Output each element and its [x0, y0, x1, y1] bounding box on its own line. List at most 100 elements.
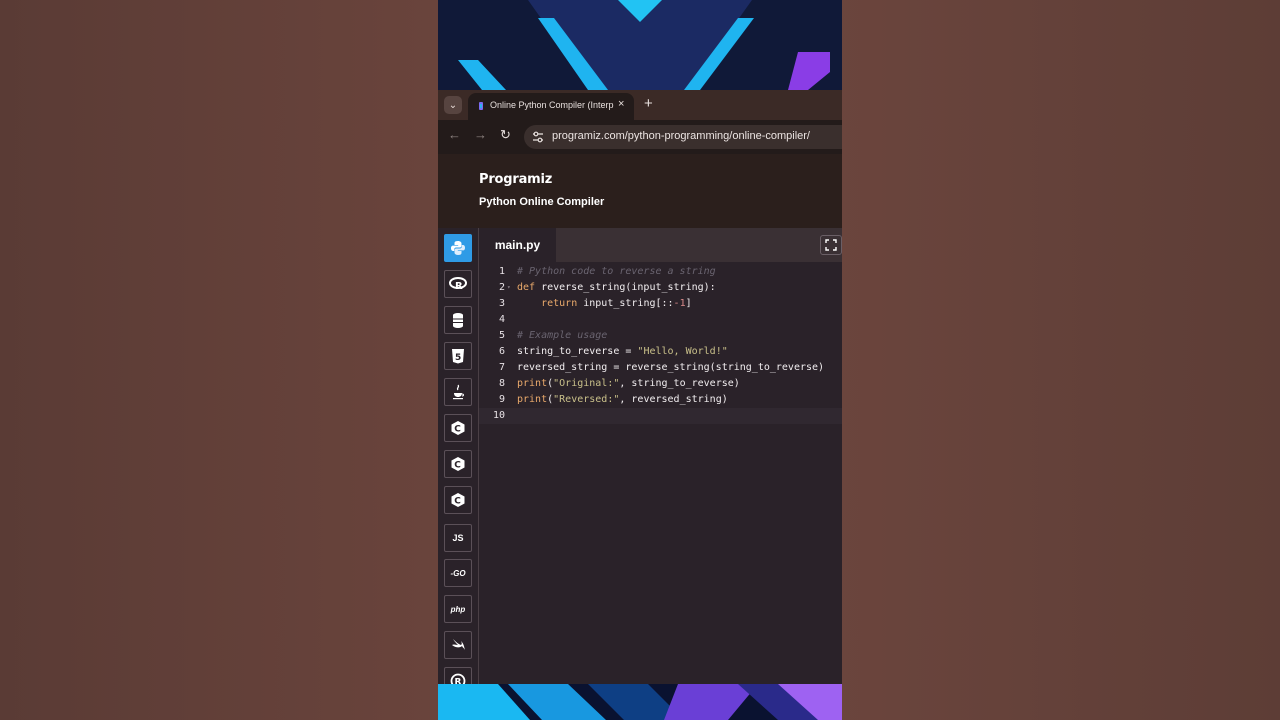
code-line[interactable]: 4: [479, 312, 842, 328]
code-token: # Python code to reverse a string: [517, 266, 716, 277]
python-language-button[interactable]: [444, 234, 472, 262]
code-token: "Reversed:": [553, 394, 620, 405]
javascript-label: JS: [452, 533, 464, 543]
url-text: programiz.com/python-programming/online-…: [552, 130, 810, 142]
reload-icon[interactable]: ↻: [500, 127, 511, 143]
code-text: print("Reversed:", reversed_string): [517, 392, 728, 408]
programiz-logo[interactable]: Programiz: [479, 172, 552, 187]
code-line[interactable]: 6 string_to_reverse = "Hello, World!": [479, 344, 842, 360]
code-token: # Example usage: [517, 330, 608, 341]
code-text: # Python code to reverse a string: [517, 264, 716, 280]
code-editor[interactable]: 1 # Python code to reverse a string 2 ▾ def …: [479, 262, 842, 684]
code-line[interactable]: 3 return input_string[::-1]: [479, 296, 842, 312]
rust-icon: R: [450, 673, 466, 684]
decorative-banner-top: [438, 0, 842, 90]
code-token: reverse_string(input_string):: [535, 282, 716, 293]
code-line[interactable]: 10: [479, 408, 842, 424]
tab-main-py[interactable]: main.py: [479, 228, 556, 262]
javascript-language-button[interactable]: JS: [444, 524, 472, 552]
csharp-icon: C: [451, 493, 465, 507]
browser-tab[interactable]: Online Python Compiler (Interpreter) ×: [468, 93, 634, 120]
code-line[interactable]: 7 reversed_string = reverse_string(string…: [479, 360, 842, 376]
java-icon: [453, 384, 464, 400]
html-language-button[interactable]: 5: [444, 342, 472, 370]
browser-tab-strip: ⌄ Online Python Compiler (Interpreter) ×…: [438, 90, 842, 120]
svg-text:C: C: [454, 425, 461, 435]
new-tab-button[interactable]: +: [644, 95, 653, 113]
line-number: 5: [498, 330, 505, 341]
code-token: "Original:": [553, 378, 620, 389]
database-icon: [453, 313, 463, 328]
line-number: 4: [498, 314, 505, 325]
go-language-button[interactable]: -GO: [444, 559, 472, 587]
back-arrow-icon[interactable]: ←: [448, 127, 461, 142]
line-number: 3: [498, 298, 505, 309]
code-token: "Hello, World!": [637, 346, 728, 357]
line-number: 7: [498, 362, 505, 373]
svg-text:C: C: [454, 461, 461, 471]
code-token: print: [517, 378, 548, 389]
tab-close-icon[interactable]: ×: [618, 98, 624, 110]
csharp-language-button[interactable]: C: [444, 486, 472, 514]
code-token: def: [517, 282, 536, 293]
video-frame: ⌄ Online Python Compiler (Interpreter) ×…: [438, 0, 842, 720]
line-number: 8: [498, 378, 505, 389]
php-language-button[interactable]: php: [444, 595, 472, 623]
r-language-button[interactable]: R: [444, 270, 472, 298]
html5-icon: 5: [452, 349, 464, 364]
line-number: 1: [498, 266, 505, 277]
address-bar[interactable]: programiz.com/python-programming/online-…: [524, 125, 842, 149]
line-number: 2: [498, 282, 505, 293]
cpp-language-button[interactable]: C: [444, 450, 472, 478]
code-text: print("Original:", string_to_reverse): [517, 376, 740, 392]
rust-language-button[interactable]: R: [444, 667, 472, 684]
code-text: # Example usage: [517, 328, 607, 344]
line-number: 6: [498, 346, 505, 357]
code-token: input_string[::: [577, 298, 674, 309]
programiz-favicon-icon: [479, 102, 483, 110]
fullscreen-icon: [825, 239, 837, 251]
code-line[interactable]: 1 # Python code to reverse a string: [479, 264, 842, 280]
code-text: def reverse_string(input_string):: [517, 280, 716, 296]
code-token: ]: [685, 298, 692, 309]
site-info-icon[interactable]: [531, 130, 545, 144]
fold-arrow-icon[interactable]: ▾: [507, 280, 511, 296]
site-header: Programiz Python Online Compiler: [438, 154, 842, 228]
c-icon: C: [451, 421, 465, 435]
tab-search-chevron-icon[interactable]: ⌄: [444, 96, 462, 114]
fullscreen-button[interactable]: [820, 235, 842, 255]
python-icon: [451, 241, 465, 255]
decorative-banner-bottom: [438, 684, 842, 720]
forward-arrow-icon[interactable]: →: [474, 127, 487, 142]
code-token: -1: [673, 298, 686, 309]
svg-text:C: C: [454, 497, 461, 507]
cpp-icon: C: [451, 457, 465, 471]
svg-text:R: R: [455, 281, 463, 291]
r-icon: R: [449, 277, 467, 291]
go-label: -GO: [450, 568, 466, 578]
code-token: reversed_string = reverse_string(string_…: [517, 362, 825, 373]
browser-tab-title: Online Python Compiler (Interpreter): [490, 100, 614, 110]
code-token: , string_to_reverse): [619, 378, 740, 389]
java-language-button[interactable]: [444, 378, 472, 406]
language-sidebar: R 5 C C C JS -GO php R: [438, 228, 479, 684]
code-line[interactable]: 2 ▾ def reverse_string(input_string):: [479, 280, 842, 296]
page-title: Python Online Compiler: [479, 196, 605, 208]
code-line[interactable]: 8 print("Original:", string_to_reverse): [479, 376, 842, 392]
line-number: 9: [498, 394, 505, 405]
line-number: 10: [492, 410, 505, 421]
code-line[interactable]: 5 # Example usage: [479, 328, 842, 344]
svg-text:5: 5: [455, 353, 461, 363]
swift-language-button[interactable]: [444, 631, 472, 659]
code-text: return input_string[::-1]: [517, 296, 692, 312]
code-line[interactable]: 9 print("Reversed:", reversed_string): [479, 392, 842, 408]
sql-language-button[interactable]: [444, 306, 472, 334]
editor-tab-bar: main.py: [479, 228, 842, 262]
php-label: php: [450, 604, 466, 614]
code-token: print: [517, 394, 548, 405]
code-token: , reversed_string): [619, 394, 728, 405]
swift-icon: [452, 639, 465, 650]
c-language-button[interactable]: C: [444, 414, 472, 442]
code-text: reversed_string = reverse_string(string_…: [517, 360, 824, 376]
